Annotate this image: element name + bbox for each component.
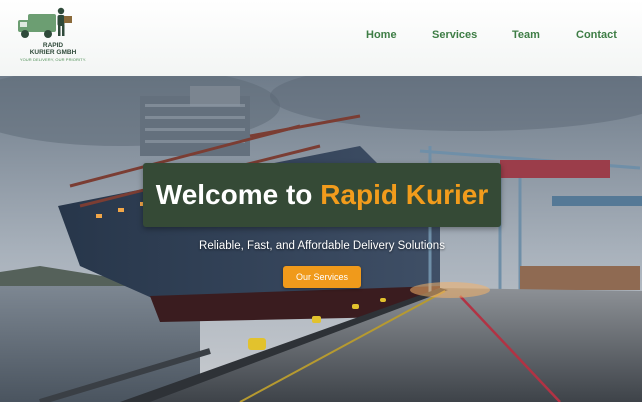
hero-title: Welcome to Rapid Kurier [156, 179, 488, 211]
our-services-button[interactable]: Our Services [283, 266, 361, 288]
hero-background-image [0, 76, 642, 402]
nav-home[interactable]: Home [366, 29, 397, 45]
hero-title-prefix: Welcome to [155, 179, 313, 210]
delivery-truck-icon [18, 7, 72, 38]
hero-section [0, 76, 642, 402]
hero-title-accent: Rapid Kurier [320, 179, 489, 210]
nav-services[interactable]: Services [432, 29, 477, 45]
brand-logo[interactable]: RAPID KURIER GMBH YOUR DELIVERY, OUR PRI… [14, 6, 92, 66]
brand-name: RAPID KURIER GMBH [14, 42, 92, 56]
site-header: RAPID KURIER GMBH YOUR DELIVERY, OUR PRI… [0, 0, 642, 76]
brand-name-line1: RAPID [42, 42, 64, 49]
hero-subtitle: Reliable, Fast, and Affordable Delivery … [199, 240, 445, 252]
welcome-banner: Welcome to Rapid Kurier [143, 163, 501, 227]
nav-team[interactable]: Team [512, 29, 540, 45]
brand-tagline: YOUR DELIVERY, OUR PRIORITY. [19, 57, 87, 62]
nav-contact[interactable]: Contact [576, 29, 617, 45]
brand-name-line2: KURIER GMBH [29, 49, 77, 56]
